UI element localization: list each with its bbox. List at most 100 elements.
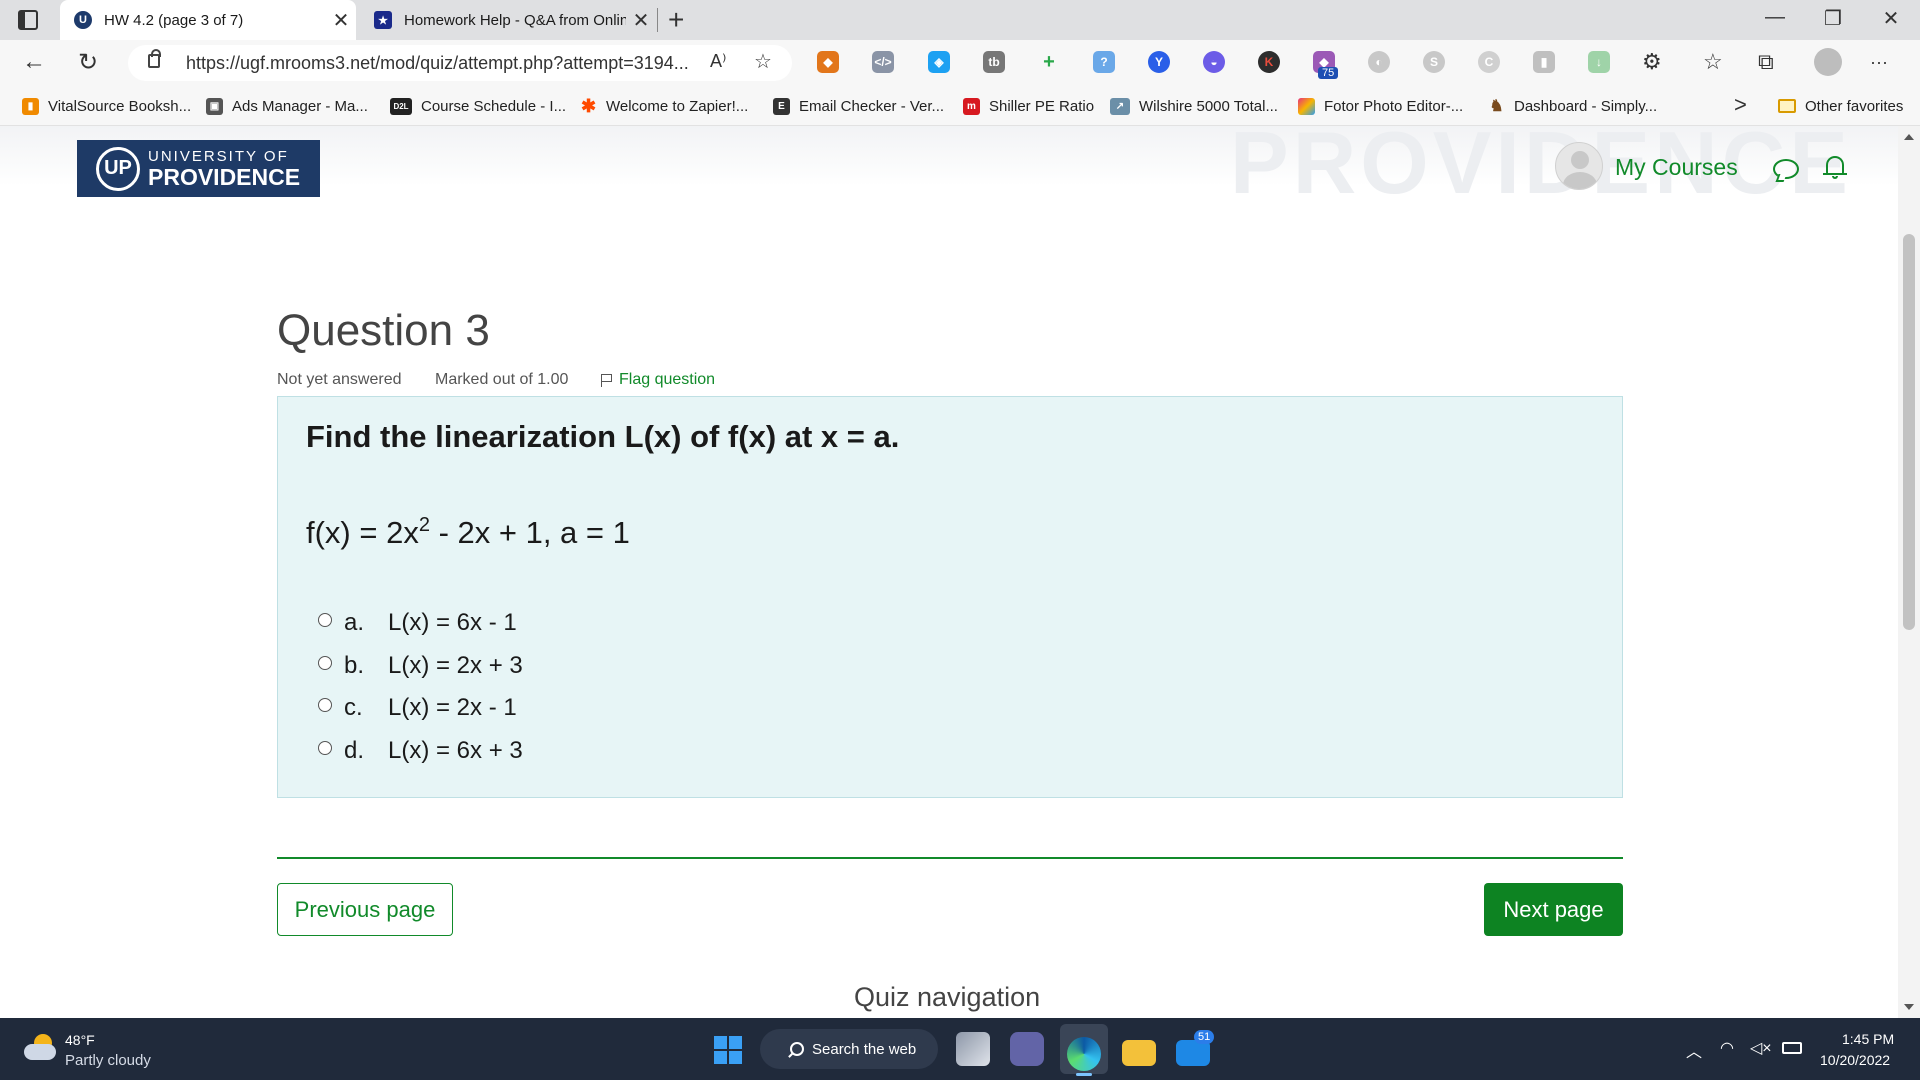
lock-icon[interactable] [148,49,161,68]
volume-muted-icon[interactable]: ◁× [1750,1038,1772,1058]
windows-start-icon[interactable] [714,1036,742,1064]
answer-option-c[interactable]: c. L(x) = 2x - 1 [318,694,517,722]
favorite-email-checker[interactable]: E Email Checker - Ver... [773,86,944,126]
favorite-label: Wilshire 5000 Total... [1139,97,1278,115]
restore-icon[interactable]: ❐ [1810,6,1856,31]
edge-browser-icon[interactable] [1067,1037,1101,1071]
favorite-ads-manager[interactable]: ▣ Ads Manager - Ma... [206,86,368,126]
favorite-fotor[interactable]: Fotor Photo Editor-... [1298,86,1463,126]
download-extension-icon[interactable]: ↓ [1588,51,1610,73]
favorite-shiller-pe[interactable]: m Shiller PE Ratio [963,86,1094,126]
k-extension-icon[interactable]: K [1258,51,1280,73]
previous-page-button[interactable]: Previous page [277,883,453,936]
browser-tab-strip: U HW 4.2 (page 3 of 7) ✕ ★ Homework Help… [0,0,1920,40]
page-content: PROVIDENCE UP UNIVERSITY OF PROVIDENCE M… [0,126,1898,1018]
close-tab-icon[interactable]: ✕ [326,8,356,33]
quiz-navigation-heading: Quiz navigation [854,982,1041,1012]
answer-option-b[interactable]: b. L(x) = 2x + 3 [318,652,523,680]
chevron-right-icon[interactable]: > [1734,92,1747,118]
radio-button[interactable] [318,741,332,755]
favorite-wilshire[interactable]: ↗ Wilshire 5000 Total... [1110,86,1278,126]
clock-date[interactable]: 10/20/2022 [1820,1052,1890,1068]
notifications-bell-icon[interactable] [1823,153,1847,179]
favorite-zapier[interactable]: ✱ Welcome to Zapier!... [580,86,748,126]
star-badge-icon: ★ [374,11,392,29]
more-icon[interactable]: ··· [1870,52,1888,73]
university-logo[interactable]: UP UNIVERSITY OF PROVIDENCE [77,140,320,197]
task-view-icon[interactable] [956,1032,990,1066]
answer-option-a[interactable]: a. L(x) = 6x - 1 [318,609,517,637]
metamask-extension-icon[interactable]: ◆ [817,51,839,73]
s-extension-icon[interactable]: S [1423,51,1445,73]
partly-cloudy-icon[interactable] [24,1034,58,1062]
next-page-button[interactable]: Next page [1484,883,1623,936]
extensions-icon[interactable]: ⚙ [1642,49,1662,75]
question-grade: Marked out of 1.00 [435,371,569,388]
blue-diamond-extension-icon[interactable]: ◈ [928,51,950,73]
answer-option-d[interactable]: d. L(x) = 6x + 3 [318,737,523,765]
scroll-up-icon[interactable] [1904,134,1914,140]
radio-button[interactable] [318,698,332,712]
y-extension-icon[interactable]: Y [1148,51,1170,73]
favorite-course-schedule[interactable]: D2L Course Schedule - I... [390,86,566,126]
weather-temperature[interactable]: 48°F [65,1032,95,1048]
option-text[interactable]: L(x) = 2x + 3 [388,652,523,680]
url-text[interactable]: https://ugf.mrooms3.net/mod/quiz/attempt… [186,53,689,74]
divider [277,857,1623,859]
search-label: Search the web [812,1040,917,1058]
taskbar-search[interactable]: Search the web [760,1029,938,1069]
grey-extension-icon[interactable]: ◐ [1368,51,1390,73]
option-text[interactable]: L(x) = 2x - 1 [388,694,517,722]
chevron-up-icon[interactable]: ︿ [1686,1038,1702,1062]
favorite-simply-dashboard[interactable]: ♞ Dashboard - Simply... [1488,86,1657,126]
favorites-icon[interactable]: ☆ [1703,49,1723,75]
tab-actions-icon[interactable] [18,10,38,30]
scrollbar-thumb[interactable] [1903,234,1915,630]
vertical-scrollbar[interactable] [1898,126,1920,1018]
add-favorite-icon[interactable]: ☆ [754,49,772,74]
messages-icon[interactable] [1773,159,1799,179]
wifi-icon[interactable]: ◠ [1720,1038,1734,1058]
plus-extension-icon[interactable]: + [1038,51,1060,73]
weather-description[interactable]: Partly cloudy [65,1052,151,1069]
other-favorites[interactable]: Other favorites [1778,86,1903,126]
my-courses-link[interactable]: My Courses [1615,154,1738,181]
battery-icon[interactable] [1782,1042,1802,1054]
address-bar[interactable]: https://ugf.mrooms3.net/mod/quiz/attempt… [128,45,792,81]
favorite-vitalsource[interactable]: ▮ VitalSource Booksh... [22,86,191,126]
option-text[interactable]: L(x) = 6x + 3 [388,737,523,765]
teams-chat-icon[interactable] [1010,1032,1044,1066]
user-avatar[interactable] [1555,142,1603,190]
ruler-extension-icon[interactable]: ? [1093,51,1115,73]
tb-extension-icon[interactable]: tb [983,51,1005,73]
question-state: Not yet answered [277,371,402,388]
c-extension-icon[interactable]: C [1478,51,1500,73]
chart-icon: ↗ [1110,97,1130,115]
close-tab-icon[interactable]: ✕ [626,8,656,33]
clock-time[interactable]: 1:45 PM [1842,1031,1894,1047]
option-letter: a. [344,609,365,636]
tab-homework-help[interactable]: ★ Homework Help - Q&A from Online Tutors… [360,0,656,40]
question-text-box: Find the linearization L(x) of f(x) at x… [277,396,1623,798]
tab-hw-4-2[interactable]: U HW 4.2 (page 3 of 7) ✕ [60,0,356,40]
vitalsource-icon: ▮ [22,97,39,115]
code-extension-icon[interactable]: </> [872,51,894,73]
radio-button[interactable] [318,656,332,670]
other-favorites-label: Other favorites [1805,97,1904,115]
scroll-down-icon[interactable] [1904,1004,1914,1010]
file-explorer-icon[interactable] [1122,1040,1156,1066]
doc-extension-icon[interactable]: ▮ [1533,51,1555,73]
close-window-icon[interactable]: ✕ [1868,6,1914,31]
option-text[interactable]: L(x) = 6x - 1 [388,609,517,637]
minimize-icon[interactable]: — [1752,6,1798,29]
profile-avatar-icon[interactable] [1814,48,1842,76]
back-icon[interactable]: ← [22,48,46,76]
flag-question-link[interactable]: Flag question [601,371,715,389]
collections-icon[interactable]: ⧉ [1758,49,1774,75]
refresh-icon[interactable]: ↻ [78,48,98,77]
chat-extension-icon[interactable]: ◒ [1203,51,1225,73]
radio-button[interactable] [318,613,332,627]
new-tab-icon[interactable]: + [668,4,684,36]
question-info: Not yet answered Marked out of 1.00 Flag… [277,371,715,389]
read-aloud-icon[interactable]: A⁾ [710,51,726,72]
